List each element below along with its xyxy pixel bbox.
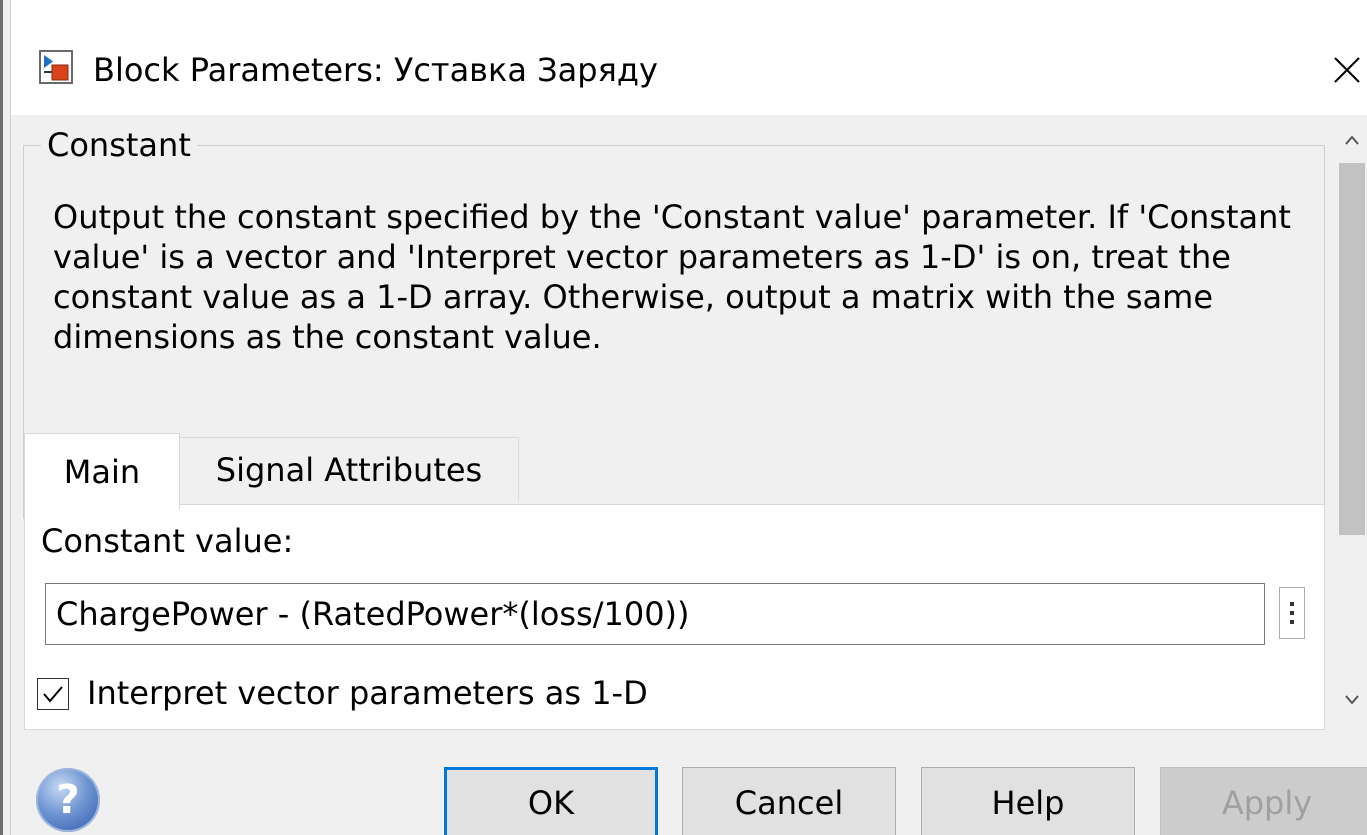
vertical-scrollbar[interactable] <box>1337 115 1367 730</box>
chevron-down-icon[interactable] <box>1337 685 1367 715</box>
tab-strip: Main Signal Attributes <box>24 433 1324 509</box>
ok-button[interactable]: OK <box>444 767 658 835</box>
cancel-button[interactable]: Cancel <box>682 767 896 835</box>
tab-signal-attributes-label: Signal Attributes <box>215 450 483 489</box>
help-question-icon[interactable]: ? <box>36 768 100 832</box>
tab-main[interactable]: Main <box>24 433 180 509</box>
tab-main-label: Main <box>63 452 141 491</box>
apply-button[interactable]: Apply <box>1160 767 1367 835</box>
chevron-up-icon[interactable] <box>1337 125 1367 155</box>
interpret-vector-label[interactable]: Interpret vector parameters as 1-D <box>87 673 648 713</box>
close-icon[interactable] <box>1317 40 1367 100</box>
simulink-block-icon <box>39 50 73 84</box>
block-description: Output the constant specified by the 'Co… <box>53 198 1291 356</box>
constant-value-label: Constant value: <box>41 522 294 560</box>
group-legend: Constant <box>41 125 197 165</box>
interpret-vector-checkbox[interactable] <box>37 678 69 710</box>
constant-value-input[interactable] <box>45 583 1265 645</box>
title-bar[interactable]: Block Parameters: Уставка Заряду <box>11 0 1367 115</box>
checkmark-icon <box>43 686 63 703</box>
scrollbar-thumb[interactable] <box>1339 163 1365 535</box>
dialog-content: Constant Output the constant specified b… <box>11 115 1337 730</box>
window-title: Block Parameters: Уставка Заряду <box>93 51 658 89</box>
block-parameters-dialog: Block Parameters: Уставка Заряду Constan… <box>0 0 1367 835</box>
window-edge <box>0 0 3 835</box>
main-tab-panel: Constant value: Interpret vector paramet… <box>24 504 1325 730</box>
help-button[interactable]: Help <box>921 767 1135 835</box>
vertical-ellipsis-icon[interactable] <box>1279 587 1305 639</box>
tab-signal-attributes[interactable]: Signal Attributes <box>179 437 519 501</box>
